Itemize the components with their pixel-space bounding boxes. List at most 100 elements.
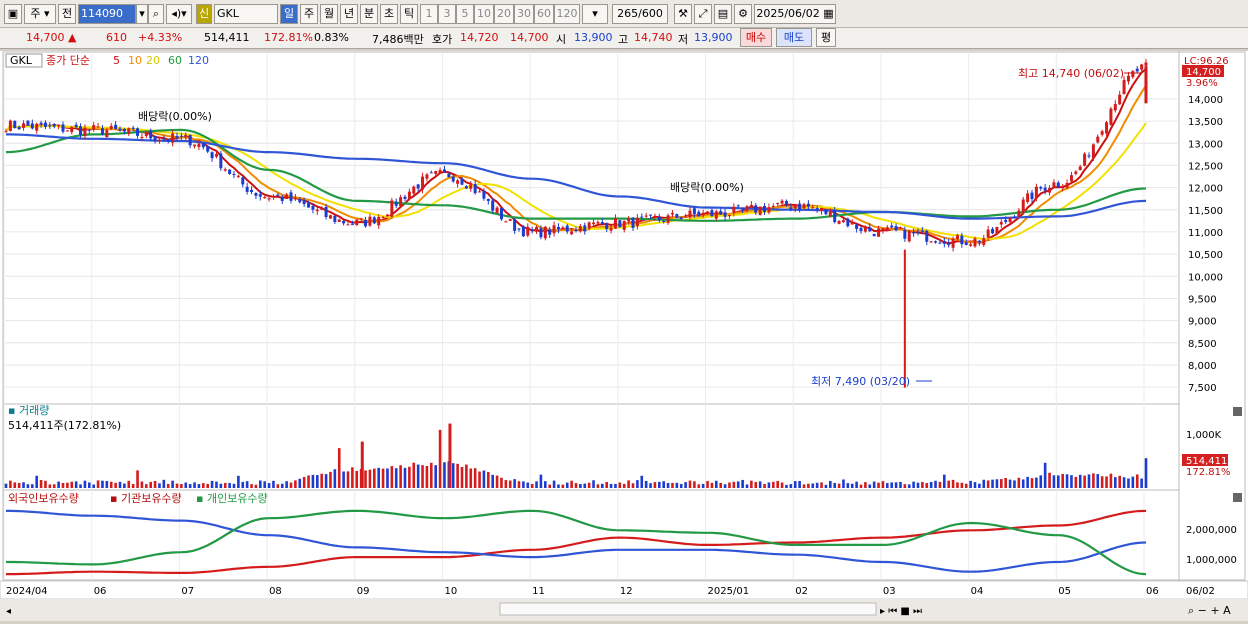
- interval-1-button[interactable]: 1: [420, 4, 438, 24]
- volume-bar: [715, 480, 718, 488]
- volume-bar: [131, 484, 135, 488]
- count-input[interactable]: 265/600: [612, 4, 668, 24]
- volume-bar: [114, 482, 117, 488]
- interval-5-button[interactable]: 5: [456, 4, 474, 24]
- date-input[interactable]: 2025/06/02 ▦: [754, 4, 836, 24]
- prev-button[interactable]: 전: [58, 4, 76, 24]
- candle-body: [587, 222, 591, 229]
- volume-bar: [412, 462, 416, 488]
- date-tick-label: 2025/01: [708, 586, 750, 597]
- candle-body: [79, 126, 83, 135]
- interval-10-button[interactable]: 10: [474, 4, 494, 24]
- holdings-tick-1m: 1,000,000: [1186, 555, 1237, 566]
- candle-body: [324, 206, 328, 217]
- zoom-controls[interactable]: ⌕ − + A: [1188, 604, 1231, 617]
- candle-body: [421, 176, 425, 190]
- tools-icon[interactable]: ⚒: [674, 4, 692, 24]
- candle-body: [1043, 187, 1047, 191]
- volume-bar: [1013, 480, 1016, 488]
- sell-button[interactable]: 매도: [776, 28, 812, 47]
- period-tick-button[interactable]: 틱: [400, 4, 418, 24]
- interval-120-button[interactable]: 120: [554, 4, 580, 24]
- search-icon[interactable]: ⌕: [148, 4, 164, 24]
- legend-ma-label: 종가 단순: [46, 54, 90, 67]
- draw-icon[interactable]: ⤢: [694, 4, 712, 24]
- candle-body: [662, 220, 666, 222]
- candle-body: [1052, 182, 1056, 188]
- volume-bar: [995, 479, 999, 488]
- volume-bar: [1127, 478, 1130, 488]
- volume-bar: [877, 482, 880, 488]
- scroll-left-icon[interactable]: ◂: [6, 606, 11, 617]
- period-year-button[interactable]: 년: [340, 4, 358, 24]
- volume-bar: [969, 480, 972, 488]
- interval-60-button[interactable]: 60: [534, 4, 554, 24]
- sound-icon[interactable]: ◂)▾: [166, 4, 192, 24]
- code-input[interactable]: 114090: [78, 4, 136, 24]
- holdings-panel-close-icon[interactable]: [1233, 493, 1242, 502]
- volume-bar: [17, 482, 21, 488]
- volume-bar: [517, 481, 521, 488]
- candle-body: [929, 241, 933, 243]
- candle-body: [653, 216, 657, 218]
- candle-body: [837, 220, 841, 224]
- interval-3-button[interactable]: 3: [438, 4, 456, 24]
- candle-body: [951, 238, 955, 248]
- period-day-button[interactable]: 일: [280, 4, 298, 24]
- price-tick-label: 11,500: [1188, 206, 1223, 217]
- layout-icon[interactable]: ▣: [4, 4, 22, 24]
- volume-bar: [267, 483, 271, 488]
- gear-icon[interactable]: ⚙: [734, 4, 752, 24]
- stock-name-field[interactable]: GKL: [214, 4, 278, 24]
- scroll-right-icon[interactable]: ▸ ⏮ ■ ⏭: [880, 606, 922, 617]
- save-icon[interactable]: ▤: [714, 4, 732, 24]
- volume-bar: [750, 480, 753, 488]
- volume-panel-close-icon[interactable]: [1233, 407, 1242, 416]
- candle-body: [131, 127, 135, 129]
- candle-body: [670, 212, 674, 215]
- volume-bar: [329, 471, 332, 488]
- volume-bar: [701, 483, 705, 488]
- candle-body: [539, 228, 543, 238]
- volume-bar: [140, 481, 144, 488]
- period-month-button[interactable]: 월: [320, 4, 338, 24]
- candle-body: [188, 134, 192, 146]
- eval-button[interactable]: 평: [816, 28, 836, 47]
- period-week-button[interactable]: 주: [300, 4, 318, 24]
- volume-bar: [4, 483, 8, 488]
- candle-body: [118, 128, 122, 131]
- interval-30-button[interactable]: 30: [514, 4, 534, 24]
- candle-body: [114, 124, 118, 130]
- candle-body: [789, 207, 793, 209]
- scroll-thumb[interactable]: [499, 602, 877, 616]
- candle-body: [214, 154, 218, 157]
- candle-body: [925, 230, 929, 242]
- period-minute-button[interactable]: 분: [360, 4, 378, 24]
- chart-type-select[interactable]: 주 ▾: [24, 4, 56, 24]
- code-dropdown[interactable]: ▾: [136, 4, 148, 24]
- interval-20-button[interactable]: 20: [494, 4, 514, 24]
- volume-bar: [539, 474, 543, 488]
- volume-bar: [316, 475, 319, 488]
- volume-bar: [381, 468, 385, 488]
- volume-bar: [929, 481, 933, 488]
- volume-spike: [360, 441, 364, 488]
- date-tick-label: 2024/04: [6, 586, 48, 597]
- period-second-button[interactable]: 초: [380, 4, 398, 24]
- legend-ma120: 120: [188, 54, 209, 67]
- volume-bar: [416, 464, 420, 488]
- candle-body: [1061, 187, 1065, 189]
- volume-bar: [88, 482, 91, 488]
- volume-bar: [1144, 458, 1148, 488]
- candle-body: [828, 211, 832, 217]
- candle-body: [87, 129, 91, 131]
- volume-bar: [789, 484, 793, 488]
- buy-button[interactable]: 매수: [740, 28, 772, 47]
- candle-body: [254, 193, 258, 196]
- volume-bar: [259, 480, 262, 488]
- volume-bar: [48, 484, 52, 488]
- interval-input[interactable]: ▾: [582, 4, 608, 24]
- volume-bar: [1131, 476, 1135, 488]
- price-chart-svg[interactable]: 14,000 13,500 13,000 12,500 12,000 11,500 11,0…: [0, 51, 1248, 621]
- candle-body: [552, 225, 556, 234]
